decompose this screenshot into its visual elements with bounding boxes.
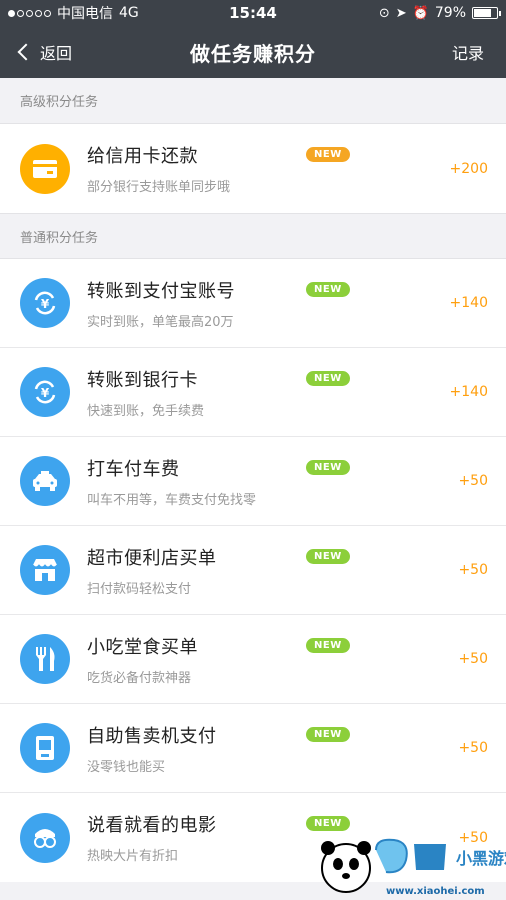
task-row[interactable]: 打车付车费 叫车不用等，车费支付免找零 NEW +50 [0, 437, 506, 526]
new-badge: NEW [306, 282, 350, 297]
task-subtitle: 叫车不用等，车费支付免找零 [87, 492, 257, 508]
task-title: 小吃堂食买单 [87, 636, 198, 658]
new-badge: NEW [306, 549, 350, 564]
svg-text:¥: ¥ [41, 297, 50, 311]
task-title: 转账到银行卡 [87, 369, 198, 391]
page-title: 做任务赚积分 [190, 41, 316, 66]
network-type: 4G [119, 5, 139, 21]
movie-glasses-icon [20, 812, 70, 863]
task-row[interactable]: 给信用卡还款 部分银行支持账单同步哦 NEW +200 [0, 124, 506, 213]
new-badge: NEW [306, 460, 350, 475]
task-points: +50 [458, 651, 488, 667]
watermark-url: www.xiaohei.com [386, 886, 485, 897]
credit-card-icon [20, 143, 70, 194]
task-subtitle: 吃货必备付款神器 [87, 670, 192, 686]
task-row[interactable]: 小吃堂食买单 吃货必备付款神器 NEW +50 [0, 615, 506, 704]
task-title: 自助售卖机支付 [87, 725, 217, 747]
watermark-logo: 小黑游戏 www.xiaohei.com [321, 838, 506, 897]
task-subtitle: 实时到账，单笔最高20万 [87, 314, 234, 330]
taxi-icon [20, 456, 70, 506]
task-points: +50 [458, 740, 488, 756]
task-points: +200 [449, 160, 488, 177]
section-header: 高级积分任务 [0, 78, 506, 124]
task-points: +50 [458, 562, 488, 578]
record-button[interactable]: 记录 [452, 40, 484, 64]
new-badge: NEW [306, 638, 350, 653]
new-badge: NEW [306, 147, 350, 162]
status-bar: 中国电信 4G 15:44 ⊙ ➤ ⏰ 79% [0, 0, 506, 26]
back-button[interactable]: 返回 [17, 40, 73, 64]
watermark-text: 小黑游戏 [456, 849, 506, 868]
task-title: 转账到支付宝账号 [87, 280, 235, 302]
task-section-list: ¥ 转账到支付宝账号 实时到账，单笔最高20万 NEW +140 ¥ 转账到银行… [0, 259, 506, 882]
alarm-icon: ⏰ [412, 5, 429, 21]
task-subtitle: 快速到账，免手续费 [87, 403, 205, 419]
back-label: 返回 [40, 44, 73, 63]
header-bar: 中国电信 4G 15:44 ⊙ ➤ ⏰ 79% 返回 做任务赚积分 记录 [0, 0, 506, 78]
task-subtitle: 部分银行支持账单同步哦 [87, 180, 231, 195]
transfer-bank-icon: ¥ [20, 367, 70, 417]
nav-bar: 返回 做任务赚积分 记录 [0, 26, 506, 78]
svg-text:¥: ¥ [41, 386, 50, 400]
status-time: 15:44 [229, 4, 277, 22]
task-points: +140 [449, 295, 488, 311]
task-row[interactable]: ¥ 转账到银行卡 快速到账，免手续费 NEW +140 [0, 348, 506, 437]
fork-knife-icon [20, 634, 70, 684]
task-points: +50 [458, 473, 488, 489]
new-badge: NEW [306, 371, 350, 386]
store-icon [20, 545, 70, 595]
location-icon: ➤ [395, 5, 407, 21]
orientation-lock-icon: ⊙ [378, 5, 390, 21]
task-points: +140 [449, 384, 488, 400]
chevron-left-icon [17, 43, 35, 61]
new-badge: NEW [306, 727, 350, 742]
task-row[interactable]: ¥ 转账到支付宝账号 实时到账，单笔最高20万 NEW +140 [0, 259, 506, 348]
task-title: 超市便利店买单 [87, 547, 217, 569]
task-section-list: 给信用卡还款 部分银行支持账单同步哦 NEW +200 [0, 124, 506, 213]
carrier-name: 中国电信 [57, 6, 113, 22]
task-row[interactable]: 超市便利店买单 扫付款码轻松支付 NEW +50 [0, 526, 506, 615]
task-title: 给信用卡还款 [87, 146, 198, 167]
task-list: 高级积分任务 给信用卡还款 部分银行支持账单同步哦 NEW +200 普通积分任… [0, 78, 506, 882]
battery-percent: 79% [434, 5, 466, 21]
vending-machine-icon [20, 723, 70, 773]
transfer-icon: ¥ [20, 278, 70, 328]
section-header: 普通积分任务 [0, 213, 506, 259]
task-row[interactable]: 自助售卖机支付 没零钱也能买 NEW +50 [0, 704, 506, 793]
task-subtitle: 扫付款码轻松支付 [87, 581, 192, 597]
battery-icon [472, 7, 501, 19]
task-title: 打车付车费 [87, 458, 180, 480]
signal-strength-icon [8, 9, 51, 17]
task-subtitle: 没零钱也能买 [87, 759, 166, 775]
